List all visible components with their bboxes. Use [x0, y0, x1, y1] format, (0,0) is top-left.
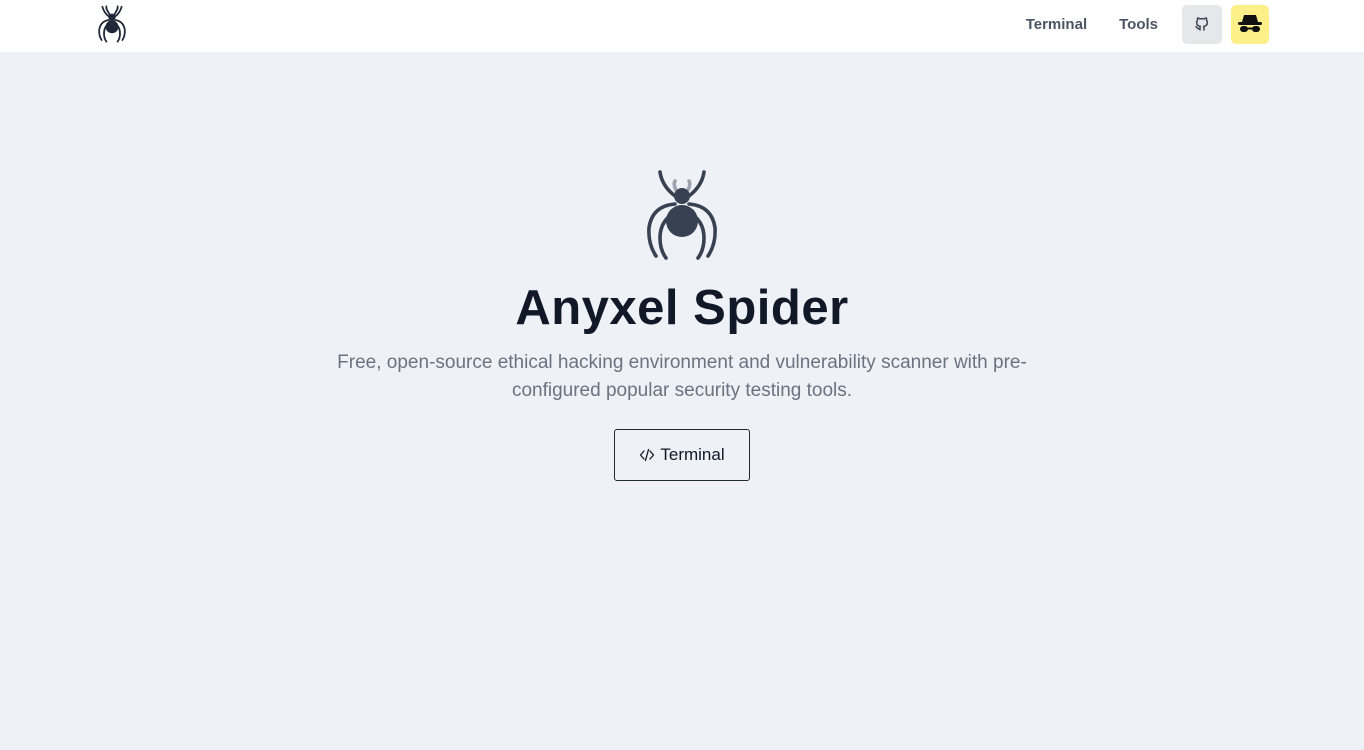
nav-links: Terminal Tools — [1026, 4, 1269, 44]
nav-link-tools[interactable]: Tools — [1119, 16, 1158, 33]
page-title: Anyxel Spider — [515, 281, 849, 335]
code-icon — [639, 447, 655, 463]
github-icon — [1195, 17, 1209, 31]
terminal-button[interactable]: Terminal — [614, 429, 750, 481]
github-button[interactable] — [1182, 4, 1222, 44]
navbar: Terminal Tools — [0, 0, 1364, 52]
terminal-button-label: Terminal — [660, 445, 725, 464]
spider-icon — [98, 5, 126, 43]
page-subtitle: Free, open-source ethical hacking enviro… — [337, 352, 1027, 401]
theme-toggle-button[interactable] — [1231, 4, 1269, 44]
spider-icon — [647, 170, 717, 260]
home-logo-link[interactable] — [96, 5, 128, 43]
nav-link-terminal[interactable]: Terminal — [1026, 16, 1087, 33]
incognito-icon — [1238, 15, 1262, 32]
